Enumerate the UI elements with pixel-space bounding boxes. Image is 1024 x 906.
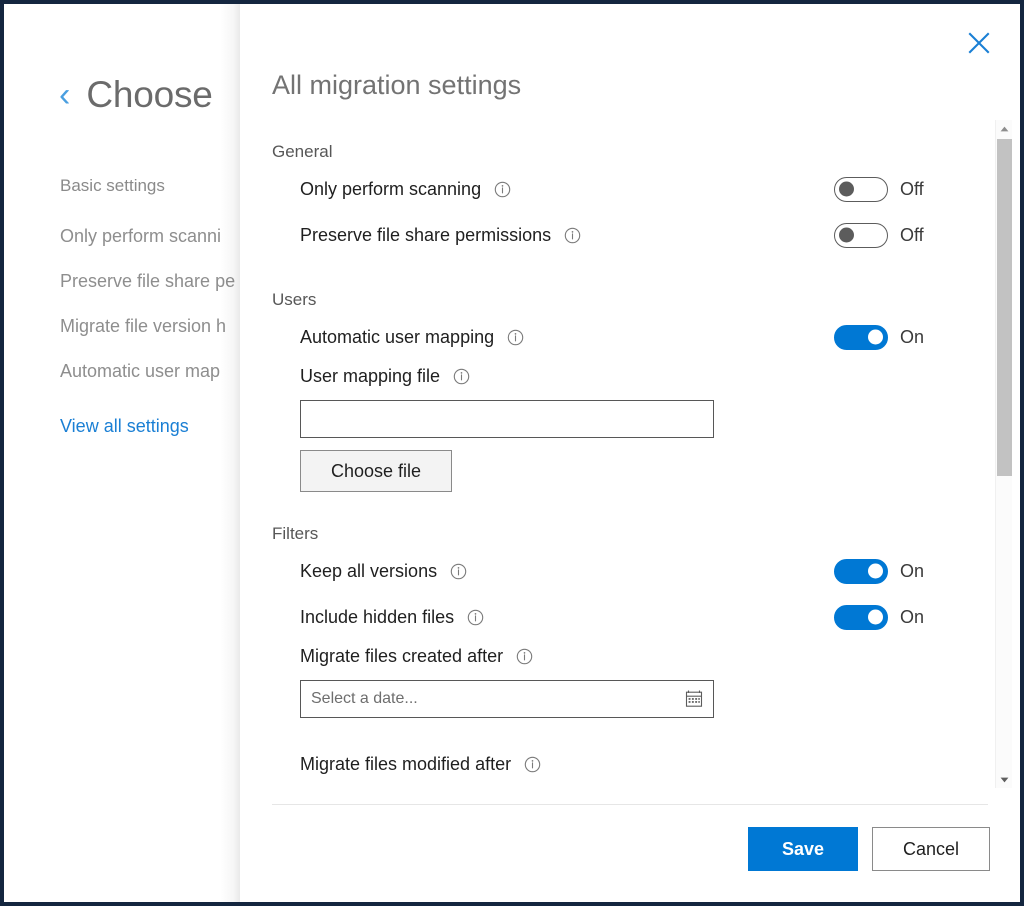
cancel-button[interactable]: Cancel: [872, 827, 990, 871]
background-list-item: Only perform scanni: [60, 226, 264, 247]
panel-footer: Save Cancel: [748, 827, 990, 871]
toggle-state-label: On: [900, 561, 926, 582]
setting-row-only-perform-scanning: Only perform scanning: [272, 166, 964, 212]
switch-knob: [839, 182, 854, 197]
view-all-settings-link[interactable]: View all settings: [60, 416, 189, 437]
switch-track: [834, 325, 888, 350]
info-icon[interactable]: [507, 329, 524, 346]
group-title-filters: Filters: [272, 524, 964, 544]
setting-label-text: Include hidden files: [300, 607, 454, 628]
info-icon[interactable]: [524, 756, 541, 773]
field-block-user-mapping-file: User mapping file Choose file: [272, 366, 964, 492]
setting-label: Include hidden files: [300, 607, 484, 628]
setting-label: Only perform scanning: [300, 179, 511, 200]
toggle-automatic-user-mapping[interactable]: On: [834, 325, 926, 350]
toggle-state-label: On: [900, 327, 926, 348]
info-icon[interactable]: [516, 648, 533, 665]
info-icon[interactable]: [450, 563, 467, 580]
toggle-include-hidden-files[interactable]: On: [834, 605, 926, 630]
field-label: User mapping file: [300, 366, 964, 387]
switch-knob: [839, 228, 854, 243]
screenshot-root: ‹ Choose Basic settings Only perform sca…: [0, 0, 1024, 906]
settings-scrollbar[interactable]: [995, 120, 1012, 788]
setting-label: Automatic user mapping: [300, 327, 524, 348]
setting-label-text: Preserve file share permissions: [300, 225, 551, 246]
background-list-item: Automatic user map: [60, 361, 264, 382]
choose-file-button[interactable]: Choose file: [300, 450, 452, 492]
setting-row-keep-all-versions: Keep all versions: [272, 548, 964, 594]
field-label-text: Migrate files modified after: [300, 754, 511, 775]
setting-label-text: Keep all versions: [300, 561, 437, 582]
migrate-files-created-after-input[interactable]: [300, 680, 714, 718]
setting-label: Keep all versions: [300, 561, 467, 582]
info-icon[interactable]: [467, 609, 484, 626]
field-label-text: Migrate files created after: [300, 646, 503, 667]
switch-track: [834, 559, 888, 584]
field-label: Migrate files created after: [300, 646, 964, 667]
switch-knob: [868, 330, 883, 345]
switch-track: [834, 177, 888, 202]
background-list-item: Migrate file version h: [60, 316, 264, 337]
field-label: Migrate files modified after: [300, 754, 964, 775]
background-settings-list: Only perform scanni Preserve file share …: [60, 226, 264, 406]
footer-divider: [272, 804, 988, 805]
all-migration-settings-panel: All migration settings General Only perf…: [240, 4, 1020, 902]
info-icon[interactable]: [494, 181, 511, 198]
toggle-preserve-file-share-permissions[interactable]: Off: [834, 223, 926, 248]
calendar-icon[interactable]: [683, 688, 705, 710]
save-button[interactable]: Save: [748, 827, 858, 871]
switch-track: [834, 605, 888, 630]
setting-label-text: Automatic user mapping: [300, 327, 494, 348]
group-title-general: General: [272, 142, 964, 162]
switch-track: [834, 223, 888, 248]
toggle-state-label: Off: [900, 225, 926, 246]
field-label-text: User mapping file: [300, 366, 440, 387]
toggle-state-label: On: [900, 607, 926, 628]
scroll-up-arrow-icon[interactable]: [996, 120, 1013, 137]
settings-scroll-area: General Only perform scanning: [240, 120, 1020, 788]
info-icon[interactable]: [453, 368, 470, 385]
group-title-users: Users: [272, 290, 964, 310]
background-list-item: Preserve file share pe: [60, 271, 264, 292]
background-page-title: Choose: [86, 76, 212, 113]
close-icon[interactable]: [960, 24, 998, 62]
date-input-wrapper: [300, 680, 714, 718]
background-section-subhead: Basic settings: [60, 176, 165, 196]
switch-knob: [868, 564, 883, 579]
back-chevron-icon[interactable]: ‹: [59, 78, 70, 112]
setting-row-preserve-file-share-permissions: Preserve file share permissions: [272, 212, 964, 258]
scroll-down-arrow-icon[interactable]: [996, 771, 1013, 788]
background-header: ‹ Choose: [59, 76, 213, 113]
background-wizard-page: ‹ Choose Basic settings Only perform sca…: [4, 4, 264, 902]
setting-row-include-hidden-files: Include hidden files: [272, 594, 964, 640]
field-block-migrate-files-modified-after: Migrate files modified after: [272, 754, 964, 775]
setting-label-text: Only perform scanning: [300, 179, 481, 200]
field-block-migrate-files-created-after: Migrate files created after: [272, 646, 964, 718]
settings-scroll-content: General Only perform scanning: [240, 120, 964, 788]
toggle-keep-all-versions[interactable]: On: [834, 559, 926, 584]
user-mapping-file-input[interactable]: [300, 400, 714, 438]
panel-title: All migration settings: [272, 72, 521, 99]
info-icon[interactable]: [564, 227, 581, 244]
switch-knob: [868, 610, 883, 625]
toggle-only-perform-scanning[interactable]: Off: [834, 177, 926, 202]
setting-label: Preserve file share permissions: [300, 225, 581, 246]
setting-row-automatic-user-mapping: Automatic user mapping: [272, 314, 964, 360]
toggle-state-label: Off: [900, 179, 926, 200]
scrollbar-thumb[interactable]: [997, 139, 1012, 476]
